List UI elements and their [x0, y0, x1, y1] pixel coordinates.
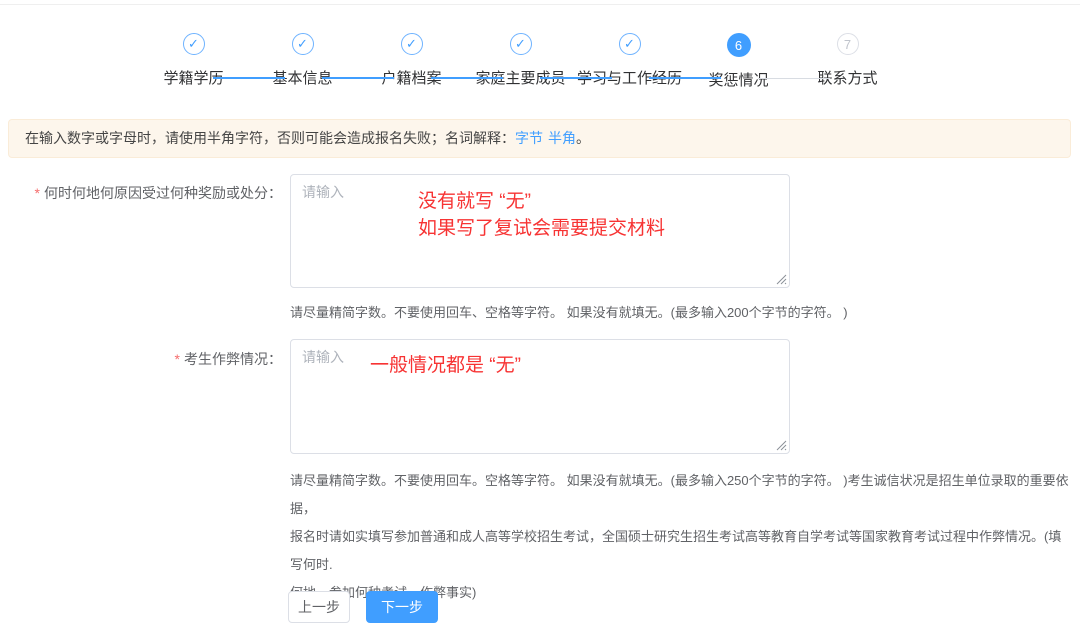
stepper-step-7[interactable]: 7 联系方式 [793, 33, 902, 90]
halfwidth-notice-banner: 在输入数字或字母时，请使用半角字符，否则可能会造成报名失败；名词解释：字节半角。 [8, 119, 1071, 158]
notice-period: 。 [576, 130, 590, 146]
notice-text: 在输入数字或字母时，请使用半角字符，否则可能会造成报名失败；名词解释： [25, 130, 515, 146]
cheating-record-textarea[interactable] [290, 339, 790, 454]
resize-handle-icon[interactable] [776, 274, 787, 285]
stepper-step-1[interactable]: ✓ 学籍学历 [139, 33, 248, 90]
form-page: ✓ 学籍学历 ✓ 基本信息 ✓ 户籍档案 ✓ 家庭主要成员 ✓ 学习与工作经历 … [0, 0, 1080, 638]
stepper-step-3[interactable]: ✓ 户籍档案 [357, 33, 466, 90]
stepper-step-5[interactable]: ✓ 学习与工作经历 [575, 33, 684, 90]
wizard-stepper: ✓ 学籍学历 ✓ 基本信息 ✓ 户籍档案 ✓ 家庭主要成员 ✓ 学习与工作经历 … [139, 33, 902, 90]
check-icon: ✓ [188, 36, 199, 52]
step-done-circle: ✓ [619, 33, 641, 55]
stepper-step-2[interactable]: ✓ 基本信息 [248, 33, 357, 90]
next-step-button[interactable]: 下一步 [366, 591, 438, 623]
check-icon: ✓ [515, 36, 526, 52]
cheating-helper-text: 请尽量精简字数。不要使用回车。空格等字符。 如果没有就填无。(最多输入250个字… [290, 467, 1070, 607]
rewards-punishments-label: *何时何地何原因受过何种奖励或处分： [0, 183, 282, 203]
stepper-step-4[interactable]: ✓ 家庭主要成员 [466, 33, 575, 90]
step-done-circle: ✓ [292, 33, 314, 55]
stepper-step-6-current[interactable]: 6 奖惩情况 [684, 33, 793, 90]
step-number: 6 [735, 38, 742, 53]
step-label: 学籍学历 [163, 67, 223, 88]
helper-line: 请尽量精简字数。不要使用回车。空格等字符。 如果没有就填无。(最多输入250个字… [290, 467, 1070, 523]
label-text: 何时何地何原因受过何种奖励或处分： [44, 185, 282, 201]
check-icon: ✓ [297, 36, 308, 52]
label-text: 考生作弊情况： [184, 351, 282, 367]
step-done-circle: ✓ [401, 33, 423, 55]
glossary-link-byte[interactable]: 字节 [515, 130, 543, 146]
check-icon: ✓ [624, 36, 635, 52]
step-number: 7 [844, 37, 851, 52]
required-asterisk: * [175, 351, 180, 367]
required-asterisk: * [35, 185, 40, 201]
glossary-link-halfwidth[interactable]: 半角 [548, 130, 576, 146]
rewards-punishments-field: 没有就写 “无” 如果写了复试会需要提交材料 [290, 174, 790, 288]
resize-handle-icon[interactable] [776, 440, 787, 451]
cheating-record-field: 一般情况都是 “无” [290, 339, 790, 454]
step-pending-circle: 7 [837, 33, 859, 55]
step-active-circle: 6 [727, 33, 751, 57]
step-done-circle: ✓ [183, 33, 205, 55]
rewards-punishments-textarea[interactable] [290, 174, 790, 288]
step-done-circle: ✓ [510, 33, 532, 55]
top-divider [0, 4, 1080, 5]
step-label: 奖惩情况 [708, 69, 768, 90]
cheating-record-label: *考生作弊情况： [0, 349, 282, 369]
check-icon: ✓ [406, 36, 417, 52]
rewards-helper-text: 请尽量精简字数。不要使用回车、空格等字符。 如果没有就填无。(最多输入200个字… [290, 302, 848, 321]
previous-step-button[interactable]: 上一步 [288, 591, 350, 623]
helper-line: 报名时请如实填写参加普通和成人高等学校招生考试，全国硕士研究生招生考试高等教育自… [290, 523, 1070, 579]
